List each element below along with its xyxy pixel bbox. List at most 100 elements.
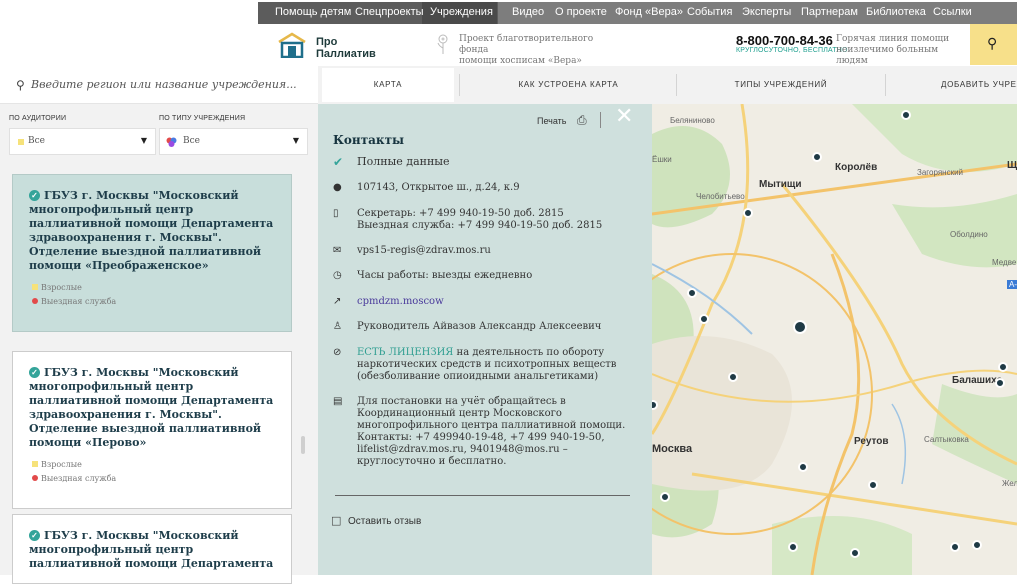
website-link[interactable]: cpmdzm.moscow: [357, 296, 637, 308]
secretary-phone: Секретарь: +7 499 940-19-50 доб. 2815: [357, 208, 564, 219]
tab-institution-types[interactable]: ТИПЫ УЧРЕЖДЕНИЙ: [677, 66, 885, 104]
map-institution-marker[interactable]: [812, 152, 822, 162]
nav-item-links[interactable]: Ссылки: [933, 6, 972, 18]
map-label-shch: Щ: [1007, 160, 1017, 171]
comment-icon: □: [331, 514, 342, 527]
license-link[interactable]: ЕСТЬ ЛИЦЕНЗИЯ: [357, 347, 453, 358]
map-institution-marker[interactable]: [798, 462, 808, 472]
map-institution-marker[interactable]: [868, 480, 878, 490]
website-link-text[interactable]: cpmdzm.moscow: [357, 296, 444, 307]
fund-description: Проект благотворительного фонда помощи х…: [459, 34, 619, 67]
map-institution-marker[interactable]: [972, 540, 982, 550]
tab-add-institution[interactable]: ДОБАВИТЬ УЧРЕЖДЕНИЕ: [886, 66, 1017, 104]
map-institution-marker[interactable]: [687, 288, 697, 298]
institutions-map[interactable]: Беляниново Королёв Мытищи Загорянский Че…: [652, 104, 1017, 575]
map-institution-marker[interactable]: [901, 110, 911, 120]
verified-check-icon: ✓: [29, 190, 40, 201]
mobile-service-dot-icon: [32, 298, 38, 304]
phone-icon: ▯: [333, 208, 339, 219]
tab-map[interactable]: КАРТА: [322, 68, 454, 102]
map-label-moskva: Москва: [652, 443, 693, 455]
license-info: ЕСТЬ ЛИЦЕНЗИЯ на деятельность по обороту…: [357, 347, 637, 383]
chevron-down-icon: ▼: [292, 136, 299, 145]
institution-card-third[interactable]: ✓ ГБУЗ г. Москвы "Московский многопрофиль…: [12, 514, 292, 584]
printer-icon[interactable]: ⎙: [577, 113, 587, 128]
map-institution-marker[interactable]: [950, 542, 960, 552]
institution-card-title: ✓ ГБУЗ г. Москвы "Московский многопрофиль…: [29, 529, 274, 570]
list-scrollbar-thumb[interactable]: [301, 436, 305, 454]
map-label-zheleznodorozhny: Желе: [1002, 479, 1017, 488]
map-institution-marker[interactable]: [995, 378, 1005, 388]
nav-item-video[interactable]: Видео: [512, 6, 544, 18]
registration-note: Для постановки на учёт обращайтесь в Коо…: [357, 396, 626, 467]
clock-icon: ◷: [333, 270, 342, 281]
license-icon: ⊘: [333, 347, 342, 358]
contacts-panel: [318, 104, 652, 575]
document-icon: ▤: [333, 396, 343, 407]
institution-card-perovo[interactable]: ✓ ГБУЗ г. Москвы "Московский многопрофиль…: [12, 351, 292, 509]
email-icon: ✉: [333, 245, 342, 256]
close-icon[interactable]: ✕: [615, 104, 633, 129]
nav-item-about[interactable]: О проекте: [555, 6, 607, 18]
logo-line-1: Про: [316, 36, 338, 48]
nav-item-vera-fund[interactable]: Фонд «Вера»: [615, 6, 683, 18]
pro-palliativ-logo-icon[interactable]: [277, 32, 307, 58]
map-label-zagoryansky: Загорянский: [917, 168, 964, 177]
map-label-oboldino: Оболдино: [950, 230, 988, 239]
contact-email[interactable]: vps15-regis@zdrav.mos.ru: [357, 245, 637, 257]
contact-address: 107143, Открытое ш., д.24, к.9: [357, 182, 520, 193]
institution-card-preobrazhenskoe[interactable]: ✓ ГБУЗ г. Москвы "Московский многопрофиль…: [12, 174, 292, 332]
chevron-down-icon: ▼: [140, 136, 147, 145]
map-label-chelobitevo: Челобитьево: [696, 192, 745, 201]
map-label-yoshki: Ёшки: [652, 155, 672, 164]
nav-item-events[interactable]: События: [687, 6, 732, 18]
nav-item-special-projects[interactable]: Спецпроекты: [355, 6, 424, 18]
map-institution-marker[interactable]: [660, 492, 670, 502]
audience-filter-select[interactable]: Все ▼: [9, 128, 156, 155]
map-label-belyaninovo: Беляниново: [670, 116, 715, 125]
institution-types-icon: [166, 137, 177, 147]
map-institution-marker[interactable]: [728, 372, 738, 382]
contacts-divider: [335, 495, 630, 496]
print-button-label[interactable]: Печать: [537, 116, 566, 126]
verified-check-icon: ✓: [29, 367, 40, 378]
nav-item-library[interactable]: Библиотека: [866, 6, 926, 18]
hotline-phone-subtitle: КРУГЛОСУТОЧНО, БЕСПЛАТНО: [736, 47, 848, 54]
institution-card-title: ✓ ГБУЗ г. Москвы "Московский многопрофиль…: [29, 366, 274, 449]
search-icon: ⚲: [16, 78, 25, 92]
hotline-phone[interactable]: 8-800-700-84-36: [736, 33, 833, 48]
adults-color-square-icon: [32, 461, 38, 467]
top-navigation: [0, 0, 1017, 24]
map-institution-marker[interactable]: [998, 362, 1008, 372]
contact-phones: Секретарь: +7 499 940-19-50 доб. 2815 Вы…: [357, 208, 637, 232]
map-institution-marker[interactable]: [788, 542, 798, 552]
hotline-line-2: неизлечимо больным людям: [836, 45, 939, 66]
full-data-link[interactable]: Полные данные: [357, 156, 637, 168]
head-of-institution: Руководитель Айвазов Александр Алексееви…: [357, 321, 602, 332]
map-institution-marker[interactable]: [699, 314, 709, 324]
logo-line-2: Паллиатив: [316, 48, 376, 60]
map-institution-marker[interactable]: [743, 208, 753, 218]
nav-item-experts[interactable]: Эксперты: [742, 6, 791, 18]
map-selected-institution-marker[interactable]: [793, 320, 807, 334]
header-search-button[interactable]: ⚲: [970, 24, 1017, 65]
verified-check-icon: ✓: [29, 530, 40, 541]
external-link-icon: ↗: [333, 296, 342, 307]
map-tabs-bar: КАРТА КАК УСТРОЕНА КАРТА ТИПЫ УЧРЕЖДЕНИЙ…: [318, 66, 1017, 104]
leave-feedback-button[interactable]: Оставить отзыв: [348, 516, 421, 527]
service-type-tag: Выездная служба: [32, 297, 116, 306]
region-search-input[interactable]: Введите регион или название учреждения..…: [31, 78, 297, 91]
type-filter-label: ПО ТИПУ УЧРЕЖДЕНИЯ: [159, 115, 246, 122]
nav-item-institutions[interactable]: Учреждения: [430, 6, 493, 18]
nav-item-partners[interactable]: Партнерам: [801, 6, 858, 18]
nav-item-help-children[interactable]: Помощь детям: [275, 6, 351, 18]
check-circle-icon: ✔: [333, 155, 344, 169]
type-filter-select[interactable]: Все ▼: [159, 128, 308, 155]
contacts-title: Контакты: [333, 133, 405, 147]
tab-how-map-works[interactable]: КАК УСТРОЕНА КАРТА: [460, 66, 677, 104]
mobile-service-dot-icon: [32, 475, 38, 481]
region-search-bar[interactable]: ⚲ Введите регион или название учреждения…: [0, 66, 318, 104]
map-institution-marker[interactable]: [850, 548, 860, 558]
site-logo-text[interactable]: Про Паллиатив: [316, 36, 376, 60]
map-label-mytishchi: Мытищи: [759, 179, 802, 190]
